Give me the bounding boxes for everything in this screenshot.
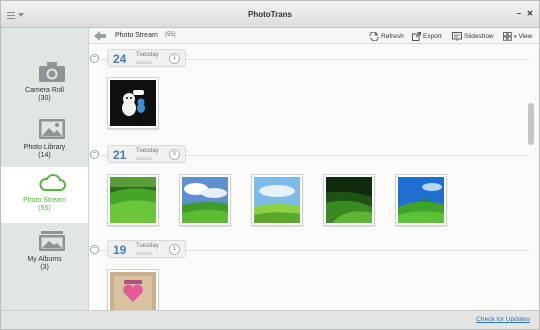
photo-thumbnail[interactable] [107, 77, 159, 129]
window-title: PhotoTrans [247, 10, 292, 19]
export-icon [412, 32, 421, 41]
day-photo-count: 1 [169, 53, 180, 64]
sidebar-item-my-albums[interactable]: My Albums (3) [1, 226, 88, 282]
photo-thumbnail[interactable] [179, 174, 231, 226]
photo-thumbnail[interactable] [251, 174, 303, 226]
refresh-icon [369, 32, 379, 41]
photo-thumbnail[interactable] [323, 174, 375, 226]
day-date: 03/2012 [136, 251, 153, 256]
day-weekday: Tuesday [136, 52, 159, 58]
sidebar: Camera Roll (30) Photo Library (14) Photo … [1, 28, 89, 310]
check-for-updates-link[interactable]: Check for Updates [476, 316, 530, 323]
collapse-day-button[interactable]: − [90, 245, 99, 254]
day-header: 21 Tuesday 03/2012 5 [107, 145, 186, 163]
status-bar: Check for Updates [1, 310, 539, 329]
album-icon [39, 231, 65, 251]
breadcrumb-title: Photo Stream [115, 32, 158, 39]
photo-image [398, 177, 444, 223]
day-number: 19 [113, 243, 127, 257]
day-photo-count: 1 [169, 244, 180, 255]
photo-thumbnail[interactable] [107, 269, 159, 310]
toolbar: Photo Stream (55) Refresh Export Slidesh… [89, 28, 539, 44]
sidebar-item-camera-roll[interactable]: Camera Roll (30) [1, 57, 88, 113]
sidebar-item-count: (30) [38, 95, 51, 102]
photo-image [110, 80, 156, 126]
sidebar-item-label: Photo Stream [23, 197, 66, 204]
minimize-button[interactable]: – [514, 9, 524, 19]
collapse-day-button[interactable]: − [90, 150, 99, 159]
sidebar-item-label: Camera Roll [25, 87, 64, 94]
photo-grid: − 24 Tuesday 03/2012 1 − 21 Tuesday 03/2… [89, 44, 539, 310]
vertical-scrollbar[interactable] [528, 103, 534, 145]
day-header: 24 Tuesday 03/2012 1 [107, 49, 186, 67]
picture-icon [39, 119, 65, 139]
back-arrow-icon[interactable] [94, 31, 106, 41]
camera-icon [39, 62, 65, 82]
day-weekday: Tuesday [136, 148, 159, 154]
collapse-day-button[interactable]: − [90, 54, 99, 63]
photo-thumbnail[interactable] [107, 174, 159, 226]
sidebar-item-count: (14) [38, 152, 51, 159]
slideshow-label: Slideshow [464, 33, 494, 40]
app-window: PhotoTrans – ✕ Camera Roll (30) Photo Lib… [0, 0, 540, 330]
grid-view-icon [503, 32, 512, 41]
photo-image [254, 177, 300, 223]
sidebar-item-photo-library[interactable]: Photo Library (14) [1, 114, 88, 170]
close-button[interactable]: ✕ [525, 9, 535, 19]
photo-image [326, 177, 372, 223]
photo-image [110, 177, 156, 223]
photo-thumbnail[interactable] [395, 174, 447, 226]
slideshow-button[interactable]: Slideshow [452, 31, 494, 42]
day-weekday: Tuesday [136, 243, 159, 249]
sidebar-item-photo-stream[interactable]: Photo Stream (55) [1, 167, 88, 223]
export-button[interactable]: Export [412, 31, 442, 42]
refresh-label: Refresh [381, 33, 404, 40]
day-photo-count: 5 [169, 149, 180, 160]
breadcrumb-count: (55) [165, 32, 176, 38]
sidebar-item-label: Photo Library [23, 144, 66, 151]
view-label: View [518, 33, 533, 40]
day-header: 19 Tuesday 03/2012 1 [107, 240, 186, 258]
title-bar: PhotoTrans – ✕ [1, 1, 539, 28]
chevron-down-icon: ▾ [514, 33, 517, 40]
photo-image [182, 177, 228, 223]
day-number: 21 [113, 148, 127, 162]
day-number: 24 [113, 52, 127, 66]
day-date: 03/2012 [136, 60, 153, 65]
sidebar-item-count: (55) [38, 205, 51, 212]
slideshow-icon [452, 32, 462, 41]
sidebar-item-count: (3) [40, 264, 49, 271]
view-button[interactable]: ▾ View [503, 31, 533, 42]
refresh-button[interactable]: Refresh [369, 31, 404, 42]
photo-image [110, 272, 156, 310]
day-date: 03/2012 [136, 156, 153, 161]
cloud-icon [39, 174, 66, 191]
sidebar-item-label: My Albums [27, 256, 62, 263]
export-label: Export [423, 33, 442, 40]
